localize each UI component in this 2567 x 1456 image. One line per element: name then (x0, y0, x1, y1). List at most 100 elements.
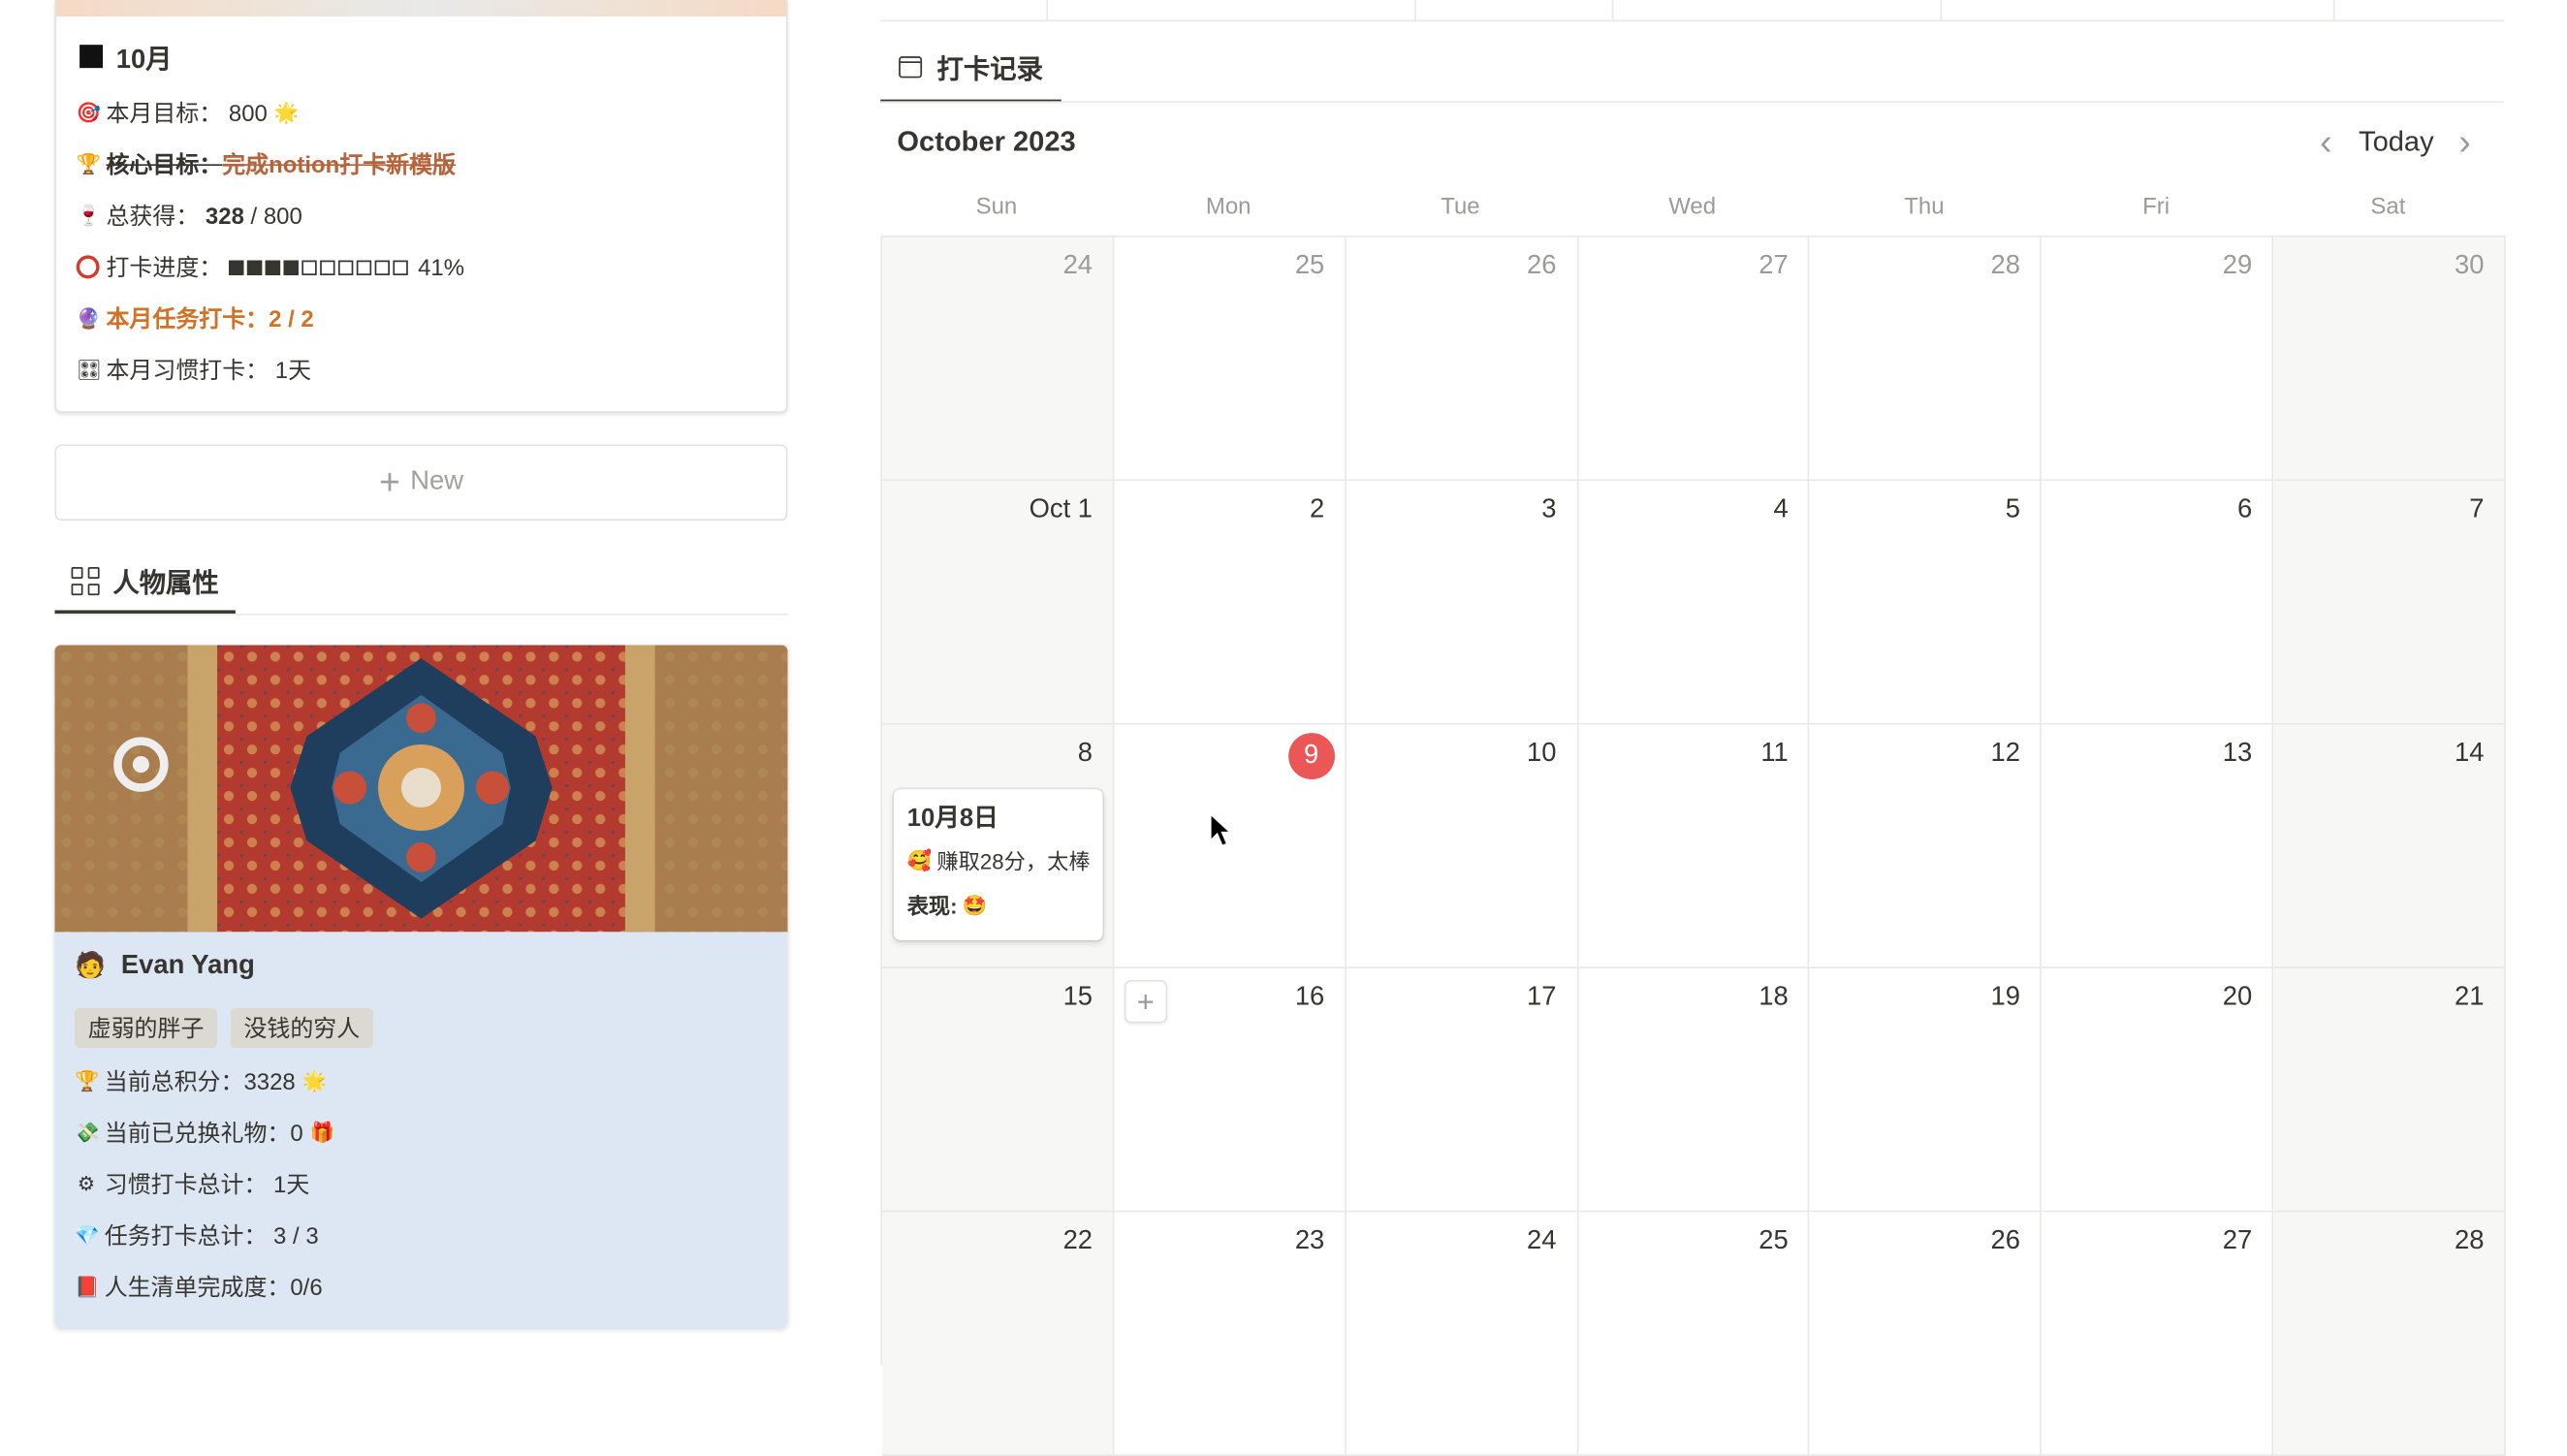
calendar-day[interactable]: 23 (1114, 1212, 1347, 1456)
prop-value: 3328 (243, 1067, 296, 1094)
day-number: 27 (2222, 1226, 2253, 1255)
calendar-day[interactable]: 22 (882, 1212, 1115, 1456)
calendar-day[interactable]: + 16 (1114, 967, 1347, 1213)
month-summary-card[interactable]: 10月 🎯 本月目标： 800 🌟 🏆 核心目标： 完成notion打卡新模版 … (54, 0, 788, 413)
calendar-day[interactable]: 13 (2042, 724, 2274, 968)
prop-core-goal: 🏆 核心目标： 完成notion打卡新模版 (77, 147, 456, 180)
calendar-day[interactable]: 14 (2273, 724, 2506, 968)
profile-card[interactable]: 🧑 Evan Yang 虚弱的胖子 没钱的穷人 🏆 当前总积分： 3328 🌟 … (54, 645, 788, 1329)
add-event-button[interactable]: + (1124, 979, 1167, 1024)
red-circle-icon (76, 255, 100, 279)
prop-value: 0/6 (290, 1273, 323, 1301)
plus-icon: + (378, 460, 400, 503)
progress-block-empty (337, 259, 354, 275)
prop-value: 41% (418, 253, 465, 281)
today-badge: 9 (1287, 733, 1335, 779)
calendar-day[interactable]: 28 (1809, 237, 2043, 482)
calendar-day[interactable]: 19 (1809, 967, 2043, 1213)
profile-tags: 虚弱的胖子 没钱的穷人 (74, 1008, 373, 1049)
mouse-cursor-icon (1209, 812, 1233, 847)
calendar-day[interactable]: 17 (1346, 967, 1578, 1213)
calendar-day[interactable]: 2 (1114, 481, 1347, 725)
prop-label: 核心目标： (106, 150, 223, 178)
calendar-day[interactable]: 10 (1346, 724, 1578, 968)
calendar-day[interactable]: 28 (2273, 1212, 2506, 1456)
calendar-day[interactable]: 21 (2273, 967, 2506, 1213)
crystal-ball-icon: 🔮 (76, 306, 102, 331)
tab-checkin-records[interactable]: 打卡记录 (880, 33, 1062, 104)
prop-label: 本月习惯打卡： (106, 356, 269, 384)
prop-value: 3 / 3 (273, 1221, 319, 1250)
day-number: 25 (1759, 1226, 1789, 1255)
calendar-day[interactable]: 6 (2042, 481, 2274, 725)
weekday-label: Tue (1441, 192, 1480, 219)
chevron-right-icon[interactable]: › (2458, 123, 2471, 161)
progress-block-filled (283, 259, 299, 275)
prop-value: 1天 (274, 356, 312, 384)
calendar-day[interactable]: 11 (1577, 724, 1810, 968)
diamond-icon: 💎 (74, 1223, 100, 1248)
game-controller-icon: 🎛 (76, 358, 102, 382)
day-number: 13 (2222, 739, 2253, 769)
day-number: 21 (2455, 983, 2485, 1012)
gift-icon: 🎁 (309, 1121, 335, 1145)
calendar-day[interactable]: Oct 1 (882, 481, 1115, 725)
prop-task-total: 💎 任务打卡总计： 3 / 3 (75, 1219, 319, 1251)
event-performance: 表现: 🤩 (907, 889, 1090, 921)
event-summary-text: 赚取28分，太棒 (936, 848, 1090, 874)
prop-label: 习惯打卡总计： (104, 1170, 268, 1198)
calendar-day[interactable]: 29 (2042, 237, 2274, 482)
tab-label: 人物属性 (112, 570, 219, 599)
prop-value: 2 / 2 (269, 304, 314, 332)
tag: 没钱的穷人 (230, 1008, 373, 1049)
progress-block-filled (229, 259, 244, 275)
card-title: 10月 (79, 37, 173, 77)
day-number: 15 (1062, 983, 1093, 1012)
new-button[interactable]: + New (54, 444, 788, 522)
calendar-day[interactable]: 26 (1809, 1212, 2043, 1456)
sparkle-icon: 🌟 (273, 101, 300, 125)
profile-name[interactable]: 🧑 Evan Yang (75, 952, 255, 982)
trophy-outline-icon: 🏆 (76, 152, 102, 176)
chevron-left-icon[interactable]: ‹ (2320, 123, 2332, 161)
progress-block-empty (320, 259, 335, 275)
card-title-text: 10月 (115, 46, 173, 75)
calendar-day[interactable]: 7 (2273, 481, 2506, 725)
progress-block-empty (356, 259, 372, 275)
tab-character-attributes[interactable]: 人物属性 (54, 551, 236, 614)
calendar-day[interactable]: 25 (1114, 237, 1347, 482)
calendar-day[interactable]: 24 (1346, 1212, 1578, 1456)
day-number: 4 (1773, 495, 1789, 524)
prop-gifts-redeemed: 💸 当前已兑换礼物： 0 🎁 (75, 1116, 339, 1149)
calendar-day[interactable]: 12 (1809, 724, 2043, 968)
calendar-day[interactable]: 5 (1809, 481, 2043, 725)
calendar-day[interactable]: 27 (2042, 1212, 2274, 1456)
wine-icon: 🍷 (76, 204, 102, 228)
calendar-day[interactable]: 26 (1346, 237, 1578, 482)
day-number: 18 (1759, 983, 1789, 1012)
calendar-day[interactable]: 4 (1577, 481, 1810, 725)
calendar-day[interactable]: 27 (1577, 237, 1810, 482)
event-card[interactable]: 10月8日 🥰 赚取28分，太棒 表现: 🤩 (894, 789, 1103, 940)
prop-label: 人生清单完成度： (104, 1273, 291, 1301)
prop-progress: 打卡进度： 41% (76, 250, 465, 283)
calendar-day[interactable]: 24 (882, 237, 1115, 482)
prop-label: 本月目标： (106, 99, 223, 127)
today-button[interactable]: Today (2359, 126, 2434, 159)
calendar-day[interactable]: 25 (1577, 1212, 1810, 1456)
star-struck-icon: 🤩 (962, 893, 988, 917)
calendar-day[interactable]: 15 (882, 967, 1115, 1213)
calendar-day[interactable]: 8 10月8日 🥰 赚取28分，太棒 表现: 🤩 (882, 724, 1115, 968)
prop-value: 0 (290, 1119, 303, 1147)
prop-label: 打卡进度： (106, 253, 223, 281)
day-number: 3 (1541, 495, 1557, 524)
calendar-day[interactable]: 3 (1346, 481, 1578, 725)
calendar-day[interactable]: 30 (2273, 237, 2506, 482)
calendar-day[interactable]: 20 (2042, 967, 2274, 1213)
day-number: 24 (1527, 1226, 1557, 1255)
calendar-icon (899, 55, 923, 78)
person-avatar-icon: 🧑 (74, 951, 106, 980)
calendar-day[interactable]: 18 (1577, 967, 1810, 1213)
day-number: 17 (1527, 983, 1557, 1012)
prop-label: 任务打卡总计： (104, 1221, 268, 1250)
